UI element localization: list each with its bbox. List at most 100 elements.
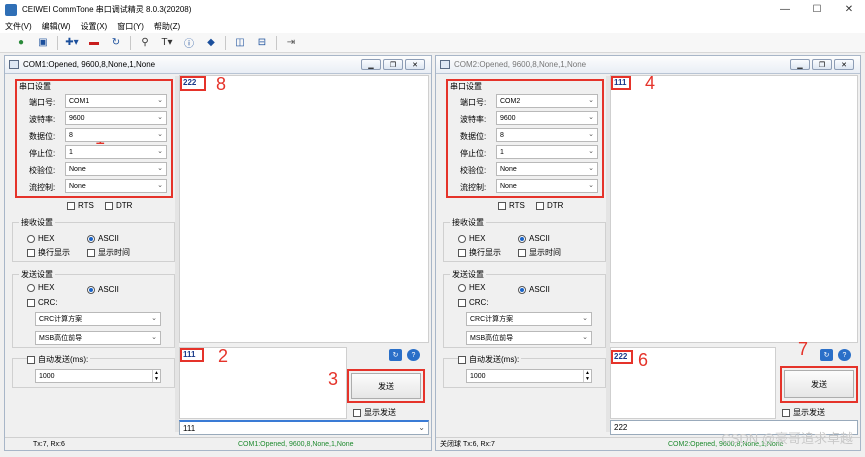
rts-checkbox[interactable]: RTS [67,201,94,210]
menu-help[interactable]: 帮助(Z) [149,21,185,32]
menu-bar: 文件(V) 编辑(W) 设置(X) 窗口(Y) 帮助(Z) [0,19,865,33]
send-input-value: 111 [183,423,196,433]
recv-ascii-radio[interactable]: ASCII [518,234,550,243]
menu-settings[interactable]: 设置(X) [76,21,113,32]
recv-ascii-radio[interactable]: ASCII [87,234,119,243]
pane-minimize-button[interactable]: ▁ [361,59,381,70]
chevron-down-icon: ⌄ [588,97,594,104]
port-select[interactable]: COM2 ⌄ [496,94,598,108]
refresh-send-icon[interactable]: ↻ [389,349,402,361]
crc-scheme-select[interactable]: CRC计算方案 ⌄ [35,312,161,326]
pane-restore-button[interactable]: ❐ [383,59,403,70]
crc-order-select[interactable]: MSB高位前导 ⌄ [466,331,592,345]
help-icon[interactable]: ? [838,349,851,361]
port-value: COM2 [500,97,521,105]
help-icon[interactable]: ? [407,349,420,361]
send-button[interactable]: 发送 [351,373,421,399]
receive-area[interactable]: 111 4 [610,73,858,343]
auto-send-checkbox[interactable]: 自动发送(ms): [458,354,522,365]
dtr-label: DTR [547,201,564,210]
show-send-checkbox[interactable]: 显示发送 [353,407,396,418]
chevron-down-icon: ⌄ [588,182,594,189]
crc-order-value: MSB高位前导 [470,335,514,342]
auto-send-interval[interactable]: 1000 ▲ ▼ [35,369,161,383]
exit-icon[interactable]: ⇥ [280,34,302,52]
pane-minimize-button[interactable]: ▁ [790,59,810,70]
connect-icon[interactable]: ● [10,34,32,52]
baud-select[interactable]: 9600 ⌄ [496,111,598,125]
recv-time-checkbox[interactable]: 显示时间 [87,247,130,258]
recv-newline-checkbox[interactable]: 换行显示 [458,247,501,258]
menu-window[interactable]: 窗口(Y) [112,21,149,32]
receive-settings-title: 接收设置 [19,217,55,228]
maximize-button[interactable]: ☐ [801,0,833,19]
crc-label: CRC: [38,298,58,307]
refresh-send-icon[interactable]: ↻ [820,349,833,361]
pane-close-button[interactable]: ✕ [405,59,425,70]
crc-order-select[interactable]: MSB高位前导 ⌄ [35,331,161,345]
flow-select[interactable]: None ⌄ [65,179,167,193]
com2-pane: COM2:Opened, 9600,8,None,1,None ▁ ❐ ✕ 串口… [435,55,861,451]
port-select[interactable]: COM1 ⌄ [65,94,167,108]
split-vertical-icon[interactable]: ◫ [229,34,251,52]
send-button[interactable]: 发送 [784,370,854,398]
parity-select[interactable]: None ⌄ [65,162,167,176]
stop-icon[interactable]: ▬ [83,34,105,52]
dtr-checkbox[interactable]: DTR [536,201,563,210]
minimize-button[interactable]: — [769,0,801,19]
crc-scheme-value: CRC计算方案 [39,316,83,323]
menu-edit[interactable]: 编辑(W) [37,21,76,32]
annotation-number: 3 [328,369,339,389]
save-icon[interactable]: ▣ [32,34,54,52]
receive-area[interactable]: 222 8 [179,74,429,343]
info-icon[interactable]: ⓘ [178,34,200,52]
add-icon[interactable]: ✚▾ [61,34,83,52]
dtr-checkbox[interactable]: DTR [105,201,132,210]
menu-file[interactable]: 文件(V) [0,21,37,32]
tools-icon[interactable]: T▾ [156,34,178,52]
send-text-area[interactable]: 222 6 [610,347,776,419]
databits-select[interactable]: 8 ⌄ [65,128,167,142]
toolbar: ● ▣ ✚▾ ▬ ↻ ⚲ T▾ ⓘ ◆ ◫ ⊟ ⇥ [0,33,865,53]
refresh-icon[interactable]: ↻ [105,34,127,52]
databits-select[interactable]: 8 ⌄ [496,128,598,142]
flow-value: None [500,182,517,190]
pane-restore-button[interactable]: ❐ [812,59,832,70]
send-input-line[interactable]: 111 ⌄ [179,420,429,435]
spinner-icon[interactable]: ▲ ▼ [583,370,591,382]
send-ascii-radio[interactable]: ASCII [87,285,119,294]
book-icon[interactable]: ◆ [200,34,222,52]
split-horizontal-icon[interactable]: ⊟ [251,34,273,52]
show-send-checkbox[interactable]: 显示发送 [782,407,825,418]
baud-select[interactable]: 9600 ⌄ [65,111,167,125]
send-text-area[interactable]: 111 2 3 [179,346,347,419]
pane-title: COM1:Opened, 9600,8,None,1,None [23,60,156,69]
parity-select[interactable]: None ⌄ [496,162,598,176]
window-title: CEIWEI CommTone 串口调试精灵 8.0.3(20208) [22,5,192,14]
auto-send-interval[interactable]: 1000 ▲ ▼ [466,369,592,383]
recv-time-label: 显示时间 [98,248,130,257]
serial-settings-title: 串口设置 [19,82,51,91]
find-icon[interactable]: ⚲ [134,34,156,52]
recv-time-checkbox[interactable]: 显示时间 [518,247,561,258]
send-ascii-radio[interactable]: ASCII [518,285,550,294]
send-ascii-label: ASCII [529,285,550,294]
spinner-icon[interactable]: ▲ ▼ [152,370,160,382]
flow-select[interactable]: None ⌄ [496,179,598,193]
stopbits-select[interactable]: 1 ⌄ [65,145,167,159]
recv-newline-checkbox[interactable]: 换行显示 [27,247,70,258]
rts-checkbox[interactable]: RTS [498,201,525,210]
auto-send-checkbox[interactable]: 自动发送(ms): [27,354,91,365]
crc-scheme-select[interactable]: CRC计算方案 ⌄ [466,312,592,326]
send-hex-radio[interactable]: HEX [27,283,54,292]
send-hex-radio[interactable]: HEX [458,283,485,292]
stopbits-select[interactable]: 1 ⌄ [496,145,598,159]
show-send-label: 显示发送 [364,408,396,417]
close-button[interactable]: ✕ [833,0,865,19]
recv-hex-radio[interactable]: HEX [458,234,485,243]
crc-scheme-value: CRC计算方案 [470,316,514,323]
crc-checkbox[interactable]: CRC: [458,298,489,307]
pane-close-button[interactable]: ✕ [834,59,854,70]
crc-checkbox[interactable]: CRC: [27,298,58,307]
recv-hex-radio[interactable]: HEX [27,234,54,243]
